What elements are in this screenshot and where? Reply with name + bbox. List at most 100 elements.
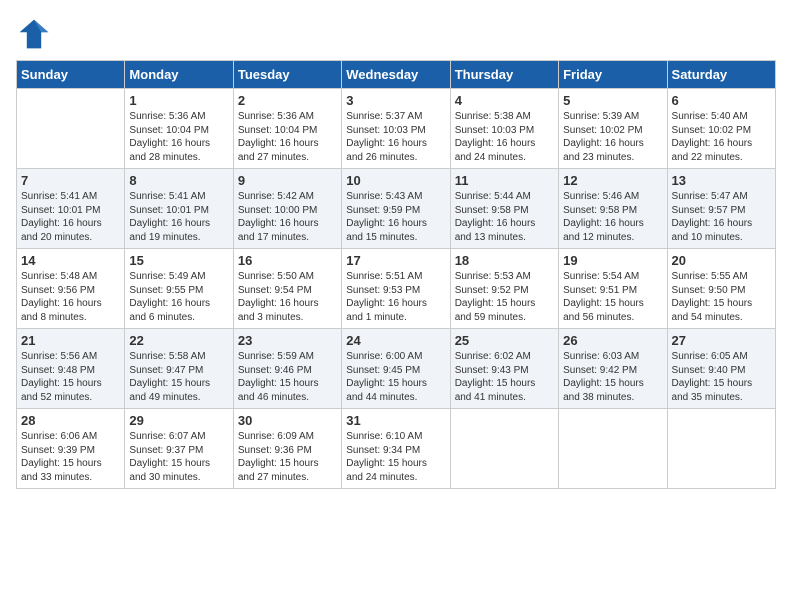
- calendar-week-row: 14 Sunrise: 5:48 AM Sunset: 9:56 PM Dayli…: [17, 249, 776, 329]
- day-number: 4: [455, 93, 554, 108]
- calendar-day-cell: 26 Sunrise: 6:03 AM Sunset: 9:42 PM Dayli…: [559, 329, 667, 409]
- day-info: Sunrise: 5:56 AM Sunset: 9:48 PM Dayligh…: [21, 350, 120, 404]
- day-info: Sunrise: 5:44 AM Sunset: 9:58 PM Dayligh…: [455, 190, 554, 244]
- day-info: Sunrise: 5:55 AM Sunset: 9:50 PM Dayligh…: [672, 270, 771, 324]
- day-info: Sunrise: 5:58 AM Sunset: 9:47 PM Dayligh…: [129, 350, 228, 404]
- day-info: Sunrise: 5:43 AM Sunset: 9:59 PM Dayligh…: [346, 190, 445, 244]
- calendar-day-cell: 7 Sunrise: 5:41 AM Sunset: 10:01 PM Dayli…: [17, 169, 125, 249]
- calendar-day-cell: 2 Sunrise: 5:36 AM Sunset: 10:04 PM Dayli…: [233, 89, 341, 169]
- day-info: Sunrise: 6:05 AM Sunset: 9:40 PM Dayligh…: [672, 350, 771, 404]
- calendar-day-cell: 11 Sunrise: 5:44 AM Sunset: 9:58 PM Dayli…: [450, 169, 558, 249]
- day-info: Sunrise: 5:36 AM Sunset: 10:04 PM Daylig…: [238, 110, 337, 164]
- calendar-day-cell: 22 Sunrise: 5:58 AM Sunset: 9:47 PM Dayli…: [125, 329, 233, 409]
- day-number: 23: [238, 333, 337, 348]
- day-number: 10: [346, 173, 445, 188]
- calendar-day-cell: 4 Sunrise: 5:38 AM Sunset: 10:03 PM Dayli…: [450, 89, 558, 169]
- weekday-header-monday: Monday: [125, 61, 233, 89]
- day-info: Sunrise: 5:39 AM Sunset: 10:02 PM Daylig…: [563, 110, 662, 164]
- day-number: 2: [238, 93, 337, 108]
- calendar-day-cell: 28 Sunrise: 6:06 AM Sunset: 9:39 PM Dayli…: [17, 409, 125, 489]
- weekday-header-sunday: Sunday: [17, 61, 125, 89]
- calendar-day-cell: 23 Sunrise: 5:59 AM Sunset: 9:46 PM Dayli…: [233, 329, 341, 409]
- empty-cell: [450, 409, 558, 489]
- calendar-day-cell: 9 Sunrise: 5:42 AM Sunset: 10:00 PM Dayli…: [233, 169, 341, 249]
- day-info: Sunrise: 6:00 AM Sunset: 9:45 PM Dayligh…: [346, 350, 445, 404]
- day-number: 24: [346, 333, 445, 348]
- day-info: Sunrise: 6:02 AM Sunset: 9:43 PM Dayligh…: [455, 350, 554, 404]
- day-number: 3: [346, 93, 445, 108]
- day-number: 26: [563, 333, 662, 348]
- day-number: 12: [563, 173, 662, 188]
- day-info: Sunrise: 5:37 AM Sunset: 10:03 PM Daylig…: [346, 110, 445, 164]
- day-info: Sunrise: 5:40 AM Sunset: 10:02 PM Daylig…: [672, 110, 771, 164]
- calendar-day-cell: 15Sunrise: 5:49 AM Sunset: 9:55 PM Dayli…: [125, 249, 233, 329]
- calendar-day-cell: 30 Sunrise: 6:09 AM Sunset: 9:36 PM Dayli…: [233, 409, 341, 489]
- weekday-header-tuesday: Tuesday: [233, 61, 341, 89]
- day-info: Sunrise: 5:46 AM Sunset: 9:58 PM Dayligh…: [563, 190, 662, 244]
- day-info: Sunrise: 5:59 AM Sunset: 9:46 PM Dayligh…: [238, 350, 337, 404]
- day-info: Sunrise: 5:48 AM Sunset: 9:56 PM Dayligh…: [21, 270, 120, 324]
- day-number: 7: [21, 173, 120, 188]
- calendar-day-cell: 19Sunrise: 5:54 AM Sunset: 9:51 PM Dayli…: [559, 249, 667, 329]
- calendar-day-cell: 5 Sunrise: 5:39 AM Sunset: 10:02 PM Dayli…: [559, 89, 667, 169]
- page-header: [16, 16, 776, 52]
- logo: [16, 16, 56, 52]
- day-info: Sunrise: 5:38 AM Sunset: 10:03 PM Daylig…: [455, 110, 554, 164]
- empty-cell: [667, 409, 775, 489]
- day-number: 29: [129, 413, 228, 428]
- day-number: 1: [129, 93, 228, 108]
- day-number: 5: [563, 93, 662, 108]
- day-info: Sunrise: 5:36 AM Sunset: 10:04 PM Daylig…: [129, 110, 228, 164]
- empty-cell: [559, 409, 667, 489]
- day-number: 13: [672, 173, 771, 188]
- empty-cell: [17, 89, 125, 169]
- calendar-day-cell: 14 Sunrise: 5:48 AM Sunset: 9:56 PM Dayli…: [17, 249, 125, 329]
- day-number: 16: [238, 253, 337, 268]
- day-number: 15: [129, 253, 228, 268]
- day-info: Sunrise: 6:10 AM Sunset: 9:34 PM Dayligh…: [346, 430, 445, 484]
- day-info: Sunrise: 5:47 AM Sunset: 9:57 PM Dayligh…: [672, 190, 771, 244]
- day-number: 8: [129, 173, 228, 188]
- day-info: Sunrise: 6:09 AM Sunset: 9:36 PM Dayligh…: [238, 430, 337, 484]
- day-number: 20: [672, 253, 771, 268]
- weekday-header-wednesday: Wednesday: [342, 61, 450, 89]
- day-number: 22: [129, 333, 228, 348]
- day-number: 9: [238, 173, 337, 188]
- calendar-day-cell: 16Sunrise: 5:50 AM Sunset: 9:54 PM Dayli…: [233, 249, 341, 329]
- calendar-day-cell: 18 Sunrise: 5:53 AM Sunset: 9:52 PM Dayli…: [450, 249, 558, 329]
- calendar-day-cell: 1 Sunrise: 5:36 AM Sunset: 10:04 PM Dayli…: [125, 89, 233, 169]
- day-number: 6: [672, 93, 771, 108]
- day-number: 11: [455, 173, 554, 188]
- day-info: Sunrise: 5:41 AM Sunset: 10:01 PM Daylig…: [129, 190, 228, 244]
- weekday-header-friday: Friday: [559, 61, 667, 89]
- calendar-table: SundayMondayTuesdayWednesdayThursdayFrid…: [16, 60, 776, 489]
- day-info: Sunrise: 5:53 AM Sunset: 9:52 PM Dayligh…: [455, 270, 554, 324]
- day-number: 18: [455, 253, 554, 268]
- calendar-day-cell: 10 Sunrise: 5:43 AM Sunset: 9:59 PM Dayli…: [342, 169, 450, 249]
- day-number: 19: [563, 253, 662, 268]
- calendar-day-cell: 13 Sunrise: 5:47 AM Sunset: 9:57 PM Dayli…: [667, 169, 775, 249]
- calendar-day-cell: 6 Sunrise: 5:40 AM Sunset: 10:02 PM Dayli…: [667, 89, 775, 169]
- weekday-header-row: SundayMondayTuesdayWednesdayThursdayFrid…: [17, 61, 776, 89]
- day-number: 28: [21, 413, 120, 428]
- calendar-day-cell: 17Sunrise: 5:51 AM Sunset: 9:53 PM Dayli…: [342, 249, 450, 329]
- day-info: Sunrise: 6:06 AM Sunset: 9:39 PM Dayligh…: [21, 430, 120, 484]
- calendar-week-row: 7 Sunrise: 5:41 AM Sunset: 10:01 PM Dayli…: [17, 169, 776, 249]
- day-info: Sunrise: 5:51 AM Sunset: 9:53 PM Dayligh…: [346, 270, 445, 324]
- calendar-day-cell: 27 Sunrise: 6:05 AM Sunset: 9:40 PM Dayli…: [667, 329, 775, 409]
- day-number: 31: [346, 413, 445, 428]
- weekday-header-saturday: Saturday: [667, 61, 775, 89]
- day-number: 27: [672, 333, 771, 348]
- calendar-day-cell: 25 Sunrise: 6:02 AM Sunset: 9:43 PM Dayli…: [450, 329, 558, 409]
- calendar-week-row: 21Sunrise: 5:56 AM Sunset: 9:48 PM Dayli…: [17, 329, 776, 409]
- day-info: Sunrise: 6:03 AM Sunset: 9:42 PM Dayligh…: [563, 350, 662, 404]
- day-number: 30: [238, 413, 337, 428]
- day-number: 14: [21, 253, 120, 268]
- calendar-day-cell: 29Sunrise: 6:07 AM Sunset: 9:37 PM Dayli…: [125, 409, 233, 489]
- day-number: 25: [455, 333, 554, 348]
- day-info: Sunrise: 5:41 AM Sunset: 10:01 PM Daylig…: [21, 190, 120, 244]
- calendar-day-cell: 21Sunrise: 5:56 AM Sunset: 9:48 PM Dayli…: [17, 329, 125, 409]
- logo-icon: [16, 16, 52, 52]
- day-info: Sunrise: 5:42 AM Sunset: 10:00 PM Daylig…: [238, 190, 337, 244]
- calendar-day-cell: 12 Sunrise: 5:46 AM Sunset: 9:58 PM Dayli…: [559, 169, 667, 249]
